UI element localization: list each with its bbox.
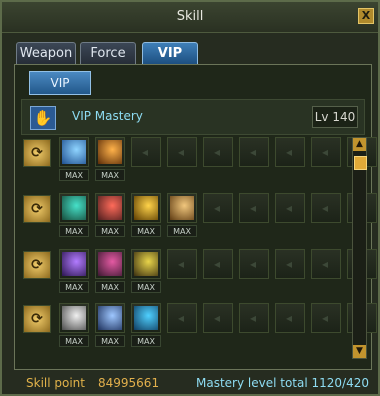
max-label: MAX <box>131 225 161 237</box>
skull-skill-icon[interactable] <box>131 249 161 279</box>
blue-wave-skill-icon[interactable] <box>59 137 89 167</box>
glasses-mask-skill-icon[interactable] <box>59 303 89 333</box>
max-label: MAX <box>131 335 161 347</box>
empty-skill-slot[interactable] <box>311 303 341 333</box>
empty-skill-slot[interactable] <box>275 303 305 333</box>
skill-panel: VIP ✋ VIP Mastery Lv 140 ⟳ MAX MAX ⟳ MAX MAX M… <box>14 64 377 370</box>
empty-skill-slot[interactable] <box>203 303 233 333</box>
empty-skill-slot[interactable] <box>275 193 305 223</box>
skill-art <box>62 140 86 164</box>
mastery-level-total: Mastery level total 1120/420 <box>196 376 369 390</box>
row-toggle-icon[interactable]: ⟳ <box>23 305 51 333</box>
close-icon[interactable]: X <box>358 8 374 24</box>
mastery-row: ✋ VIP Mastery Lv 140 <box>21 99 365 135</box>
skill-art <box>98 252 122 276</box>
skill-art <box>98 306 122 330</box>
scrollbar[interactable]: ▲ ▼ <box>352 137 367 359</box>
empty-skill-slot[interactable] <box>239 249 269 279</box>
empty-skill-slot[interactable] <box>239 193 269 223</box>
skill-art <box>98 140 122 164</box>
max-label: MAX <box>95 281 125 293</box>
skill-point-value: 84995661 <box>98 376 160 390</box>
empty-skill-slot[interactable] <box>275 137 305 167</box>
mastery-label: VIP Mastery <box>72 109 143 123</box>
row-toggle-icon[interactable]: ⟳ <box>23 139 51 167</box>
skill-art <box>134 252 158 276</box>
spiral-skill-icon[interactable] <box>167 193 197 223</box>
red-pillar-skill-icon[interactable] <box>95 193 125 223</box>
empty-skill-slot[interactable] <box>311 249 341 279</box>
skill-art <box>62 252 86 276</box>
empty-skill-slot[interactable] <box>167 303 197 333</box>
cyan-dragon-skill-icon[interactable] <box>59 193 89 223</box>
row-toggle-icon[interactable]: ⟳ <box>23 195 51 223</box>
max-label: MAX <box>95 169 125 181</box>
empty-skill-slot[interactable] <box>203 249 233 279</box>
golden-beam-skill-icon[interactable] <box>131 193 161 223</box>
skill-art <box>170 196 194 220</box>
empty-skill-slot[interactable] <box>167 249 197 279</box>
empty-skill-slot[interactable] <box>311 137 341 167</box>
tab-vip[interactable]: VIP <box>142 42 198 66</box>
footer: Skill point 84995661 Mastery level total… <box>4 370 380 396</box>
empty-skill-slot[interactable] <box>131 137 161 167</box>
dark-rune-skill-icon[interactable] <box>95 249 125 279</box>
max-label: MAX <box>59 225 89 237</box>
skill-point-label: Skill point <box>26 376 85 390</box>
empty-skill-slot[interactable] <box>239 137 269 167</box>
scroll-down-icon[interactable]: ▼ <box>353 345 366 358</box>
skill-window: Skill X Weapon Force VIP VIP ✋ VIP Maste… <box>0 0 380 396</box>
max-label: MAX <box>95 225 125 237</box>
mastery-level: Lv 140 <box>312 106 358 128</box>
empty-skill-slot[interactable] <box>239 303 269 333</box>
tab-force[interactable]: Force <box>80 42 136 66</box>
tab-weapon[interactable]: Weapon <box>16 42 76 66</box>
spark-slash-skill-icon[interactable] <box>95 303 125 333</box>
skill-art <box>134 196 158 220</box>
purple-slash-skill-icon[interactable] <box>59 249 89 279</box>
max-label: MAX <box>167 225 197 237</box>
empty-skill-slot[interactable] <box>203 193 233 223</box>
max-label: MAX <box>131 281 161 293</box>
window-title: Skill <box>176 9 204 24</box>
orange-slash-skill-icon[interactable] <box>95 137 125 167</box>
empty-skill-slot[interactable] <box>203 137 233 167</box>
skill-art <box>62 306 86 330</box>
empty-skill-slot[interactable] <box>167 137 197 167</box>
max-label: MAX <box>59 281 89 293</box>
row-toggle-icon[interactable]: ⟳ <box>23 251 51 279</box>
title-bar[interactable]: Skill X <box>2 2 378 33</box>
blue-bird-skill-icon[interactable] <box>131 303 161 333</box>
max-label: MAX <box>95 335 125 347</box>
skill-art <box>134 306 158 330</box>
hand-icon: ✋ <box>30 106 56 130</box>
max-label: MAX <box>59 335 89 347</box>
scroll-up-icon[interactable]: ▲ <box>353 138 366 151</box>
skill-art <box>98 196 122 220</box>
empty-skill-slot[interactable] <box>275 249 305 279</box>
max-label: MAX <box>59 169 89 181</box>
scroll-thumb[interactable] <box>354 156 367 170</box>
subtab-vip[interactable]: VIP <box>29 71 91 95</box>
empty-skill-slot[interactable] <box>311 193 341 223</box>
skill-art <box>62 196 86 220</box>
